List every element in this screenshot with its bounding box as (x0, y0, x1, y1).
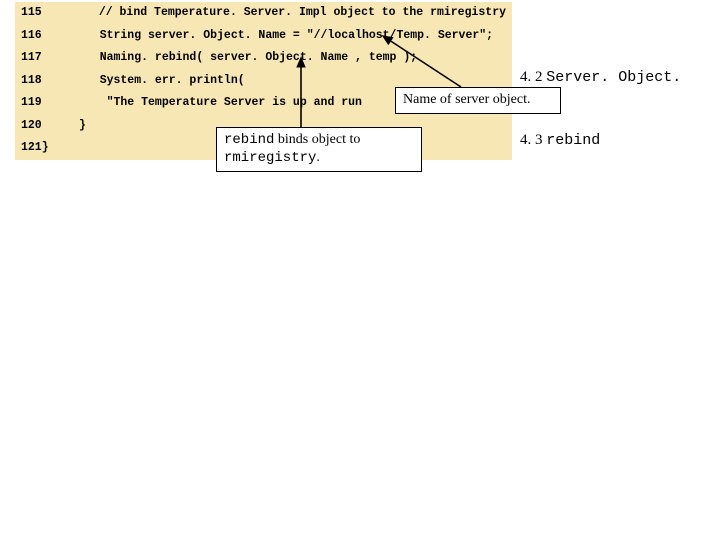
line-number: 118 (15, 75, 79, 87)
line-number: 115 (15, 7, 78, 19)
line-number: 121} (15, 142, 79, 154)
line-number: 119 (15, 97, 79, 109)
code-text: String server. Object. Name = "//localho… (79, 30, 512, 42)
callout-code: rmiregistry (224, 150, 316, 166)
code-row: 117 Naming. rebind( server. Object. Name… (15, 47, 512, 70)
code-text: System. err. println( (79, 75, 512, 87)
annotation-4-3: 4. 3 rebind (520, 131, 715, 150)
code-row: 115 // bind Temperature. Server. Impl ob… (15, 2, 512, 25)
annotation-code: rebind (546, 132, 600, 149)
line-number: 117 (15, 52, 79, 64)
annotation-prefix: 4. 3 (520, 132, 546, 148)
line-number: 116 (15, 30, 79, 42)
slide-stage: 115 // bind Temperature. Server. Impl ob… (0, 0, 720, 540)
code-row: 116 String server. Object. Name = "//loc… (15, 25, 512, 48)
callout-code: rebind (224, 132, 274, 148)
callout-text: binds object to (274, 132, 360, 147)
code-text: Naming. rebind( server. Object. Name , t… (79, 52, 512, 64)
callout-text: . (316, 150, 320, 165)
callout-rebind: rebind binds object to rmiregistry. (216, 127, 422, 172)
code-text: // bind Temperature. Server. Impl object… (78, 7, 512, 19)
line-number: 120 (15, 120, 79, 132)
annotation-prefix: 4. 2 (520, 69, 546, 85)
callout-text: Name of server object. (403, 92, 531, 107)
callout-server-object: Name of server object. (395, 87, 561, 114)
